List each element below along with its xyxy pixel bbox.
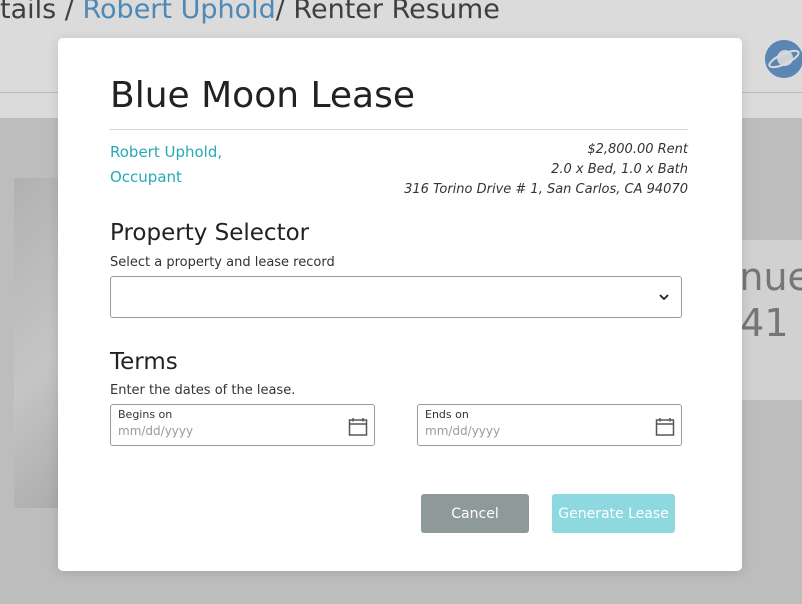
property-address: 316 Torino Drive # 1, San Carlos, CA 940…	[404, 182, 688, 197]
occupant-role: Occupant	[110, 168, 182, 186]
begins-on-field[interactable]: Begins on mm/dd/yyyy	[110, 404, 375, 446]
begins-on-placeholder: mm/dd/yyyy	[118, 424, 194, 438]
title-divider	[110, 129, 688, 130]
ends-on-placeholder: mm/dd/yyyy	[425, 424, 501, 438]
calendar-icon[interactable]	[655, 417, 675, 437]
property-selector-description: Select a property and lease record	[110, 255, 335, 270]
beds-baths: 2.0 x Bed, 1.0 x Bath	[551, 162, 688, 177]
occupant-name: Robert Uphold,	[110, 143, 223, 161]
modal-title: Blue Moon Lease	[110, 75, 416, 116]
lease-summary: $2,800.00 Rent 2.0 x Bed, 1.0 x Bath 316…	[404, 140, 688, 200]
ends-on-field[interactable]: Ends on mm/dd/yyyy	[417, 404, 682, 446]
calendar-icon[interactable]	[348, 417, 368, 437]
begins-on-label: Begins on	[118, 408, 173, 421]
terms-title: Terms	[110, 349, 178, 375]
rent-amount: $2,800.00 Rent	[587, 142, 688, 157]
generate-lease-button[interactable]: Generate Lease	[552, 494, 675, 533]
occupant-info: Robert Uphold, Occupant	[110, 140, 260, 190]
property-selector-title: Property Selector	[110, 220, 310, 246]
ends-on-label: Ends on	[425, 408, 469, 421]
terms-description: Enter the dates of the lease.	[110, 383, 296, 398]
lease-modal: Blue Moon Lease Robert Uphold, Occupant …	[58, 38, 742, 571]
property-select[interactable]	[110, 276, 682, 318]
cancel-button[interactable]: Cancel	[421, 494, 529, 533]
chevron-down-icon	[659, 294, 669, 301]
